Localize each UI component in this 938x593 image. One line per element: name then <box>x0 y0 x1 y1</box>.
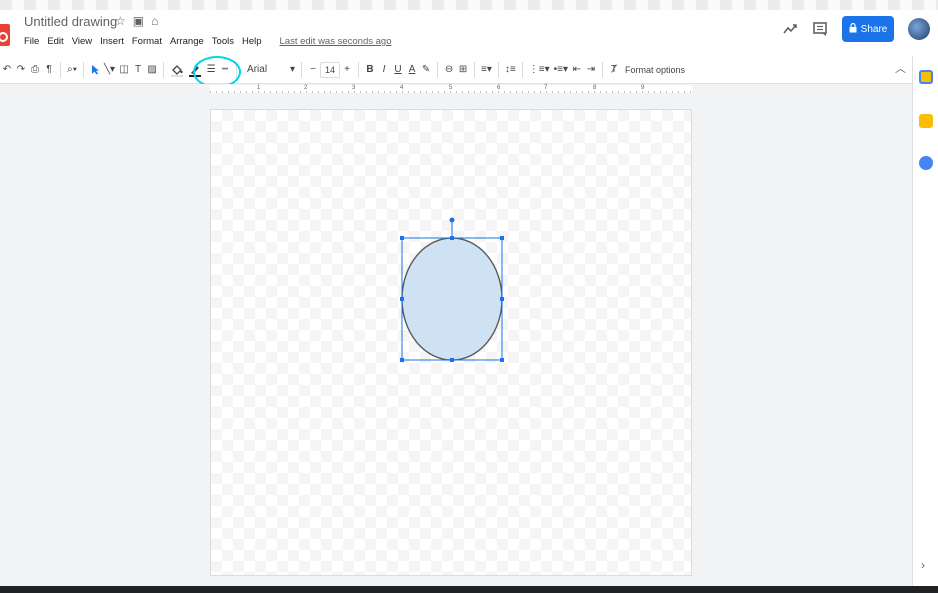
resize-handle-nw[interactable] <box>400 236 404 240</box>
top-strip <box>0 0 938 10</box>
menu-arrange[interactable]: Arrange <box>170 36 204 47</box>
resize-handle-n[interactable] <box>450 236 454 240</box>
resize-handle-sw[interactable] <box>400 358 404 362</box>
ruler-number: 3 <box>352 85 356 91</box>
chevron-down-icon: ▾ <box>290 64 296 75</box>
menu-view[interactable]: View <box>72 36 92 47</box>
italic-button[interactable]: I <box>377 60 391 80</box>
menu-tools[interactable]: Tools <box>212 36 234 47</box>
print-icon[interactable]: ⎙ <box>28 60 42 80</box>
font-size-input[interactable]: 14 <box>320 61 341 78</box>
decrease-font-size-button[interactable]: − <box>306 60 320 80</box>
title-icons: ☆ ▣ ⌂ <box>115 14 158 28</box>
increase-indent-icon[interactable]: ⇥ <box>584 60 598 80</box>
line-tool-icon[interactable]: ╲▾ <box>102 60 117 80</box>
side-panel: › <box>912 56 938 586</box>
chevron-right-icon[interactable]: › <box>921 558 925 572</box>
decrease-indent-icon[interactable]: ⇤ <box>570 60 584 80</box>
toolbar-divider <box>301 61 303 78</box>
clear-formatting-icon[interactable]: Ⱦ <box>607 60 621 80</box>
last-edit-link[interactable]: Last edit was seconds ago <box>280 36 392 47</box>
text-box-icon[interactable]: T <box>131 60 145 80</box>
ruler-number: 4 <box>400 85 404 91</box>
toolbar-divider <box>358 61 360 78</box>
text-color-button[interactable]: A <box>405 60 419 80</box>
bulleted-list-icon[interactable]: •≡▾ <box>552 60 570 80</box>
resize-handle-ne[interactable] <box>500 236 504 240</box>
zoom-icon[interactable]: ⌕▾ <box>65 60 79 80</box>
font-name: Arial <box>247 64 268 75</box>
toolbar-divider <box>474 61 476 78</box>
ruler-number: 7 <box>544 85 548 91</box>
undo-icon[interactable]: ↶ <box>0 60 14 80</box>
ruler: 1 2 3 4 5 6 7 8 9 <box>0 84 912 94</box>
ruler-number: 9 <box>641 85 645 91</box>
comments-icon[interactable] <box>812 21 828 37</box>
toolbar-divider <box>437 61 439 78</box>
redo-icon[interactable]: ↷ <box>14 60 28 80</box>
menu-file[interactable]: File <box>24 36 39 47</box>
underline-button[interactable]: U <box>391 60 405 80</box>
ruler-track: 1 2 3 4 5 6 7 8 9 <box>210 85 692 93</box>
header-actions: Share <box>782 16 930 42</box>
toolbar: ↶ ↷ ⎙ ¶ ⌕▾ ╲▾ ◫ T ▨ ☰ ┅ Arial ▾ − 14 + B <box>0 56 912 84</box>
share-label: Share <box>860 23 888 35</box>
highlight-pen-icon[interactable]: ✎ <box>419 60 433 80</box>
fill-color-icon[interactable] <box>168 60 186 80</box>
menu-format[interactable]: Format <box>132 36 162 47</box>
header: Untitled drawing ☆ ▣ ⌂ File Edit View In… <box>0 10 938 56</box>
cloud-status-icon[interactable]: ⌂ <box>151 14 158 28</box>
ruler-number: 6 <box>497 85 501 91</box>
menu-bar: File Edit View Insert Format Arrange Too… <box>24 36 391 47</box>
ruler-number: 8 <box>593 85 597 91</box>
paint-format-icon[interactable]: ¶ <box>42 60 56 80</box>
line-spacing-icon[interactable]: ↕≡ <box>503 60 518 80</box>
move-folder-icon[interactable]: ▣ <box>133 14 144 28</box>
drawings-app: Untitled drawing ☆ ▣ ⌂ File Edit View In… <box>0 0 938 593</box>
ruler-number: 1 <box>257 85 261 91</box>
numbered-list-icon[interactable]: ⋮≡▾ <box>527 60 552 80</box>
format-options-button[interactable]: Format options <box>625 65 685 75</box>
toolbar-divider <box>60 61 61 78</box>
star-icon[interactable]: ☆ <box>115 14 126 28</box>
image-icon[interactable]: ▨ <box>145 60 159 80</box>
toolbar-divider <box>497 61 499 78</box>
resize-handle-se[interactable] <box>500 358 504 362</box>
toolbar-divider <box>521 61 523 78</box>
activity-trend-icon[interactable] <box>782 21 798 37</box>
menu-insert[interactable]: Insert <box>100 36 124 47</box>
link-icon[interactable]: ⊖ <box>442 60 456 80</box>
ruler-number: 5 <box>449 85 453 91</box>
toolbar-divider <box>83 61 84 78</box>
drawing-canvas[interactable] <box>210 109 692 576</box>
select-arrow-icon[interactable] <box>88 60 102 80</box>
shape-tool-icon[interactable]: ◫ <box>117 60 131 80</box>
toolbar-divider <box>601 61 603 78</box>
ruler-number: 2 <box>304 85 308 91</box>
increase-font-size-button[interactable]: + <box>340 60 354 80</box>
resize-handle-e[interactable] <box>500 297 504 301</box>
font-select[interactable]: Arial ▾ <box>241 60 297 80</box>
toolbar-divider <box>163 61 165 78</box>
align-icon[interactable]: ≡▾ <box>479 60 494 80</box>
lock-icon <box>849 22 857 36</box>
avatar[interactable] <box>908 18 930 40</box>
bottom-bar <box>0 586 938 593</box>
menu-help[interactable]: Help <box>242 36 262 47</box>
rotate-handle[interactable] <box>449 217 455 223</box>
keep-icon[interactable] <box>919 114 933 128</box>
tasks-icon[interactable] <box>919 156 933 170</box>
comment-add-icon[interactable]: ⊞ <box>456 60 470 80</box>
resize-handle-s[interactable] <box>450 358 454 362</box>
menu-edit[interactable]: Edit <box>47 36 63 47</box>
calendar-icon[interactable] <box>919 70 933 84</box>
drawings-logo-icon[interactable] <box>0 24 10 46</box>
shape-layer <box>400 217 504 362</box>
ellipse-shape[interactable] <box>401 237 503 361</box>
bold-button[interactable]: B <box>363 60 377 80</box>
chevron-up-icon[interactable]: ︿ <box>895 60 906 76</box>
resize-handle-w[interactable] <box>400 297 404 301</box>
doc-title[interactable]: Untitled drawing <box>24 14 117 29</box>
share-button[interactable]: Share <box>842 16 894 42</box>
